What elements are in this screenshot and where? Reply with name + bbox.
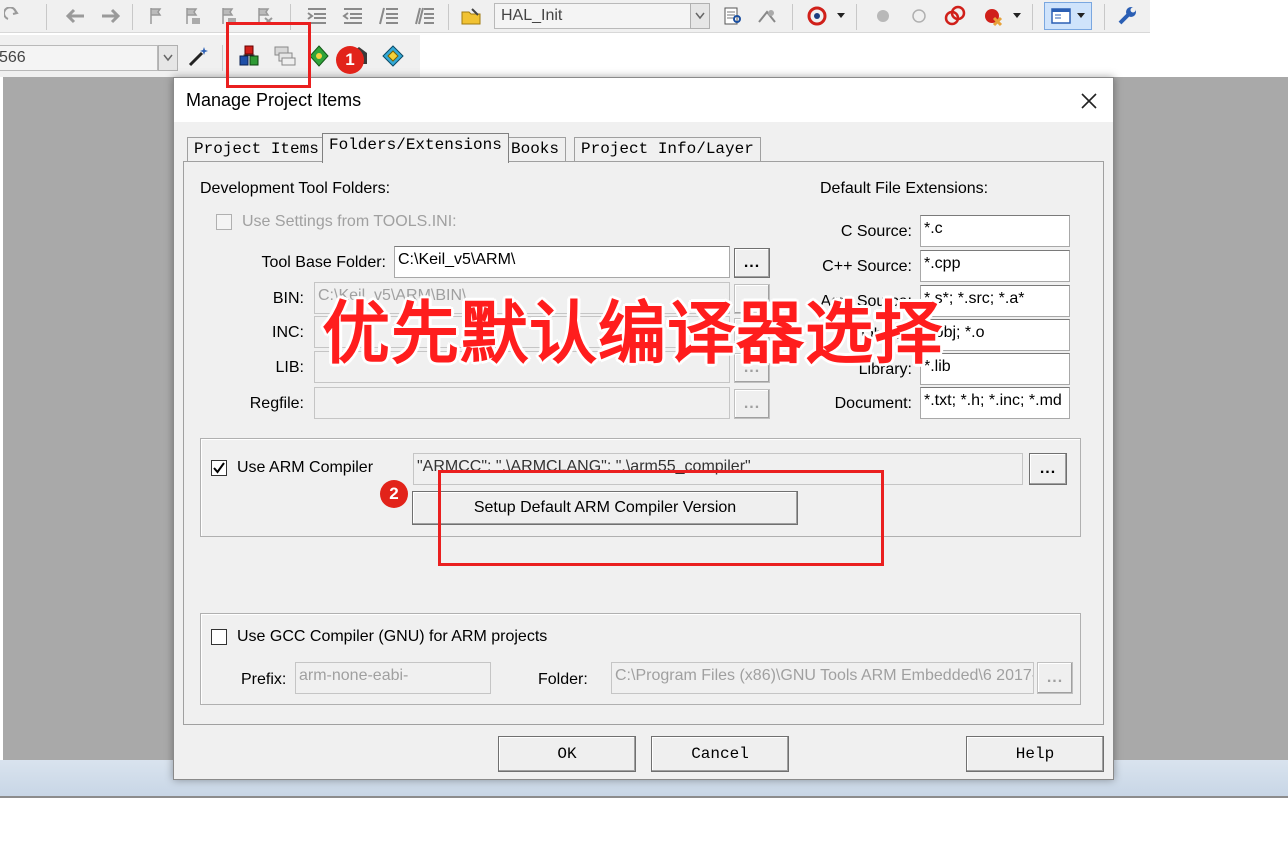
breakpoint-dropdown-arrow[interactable] [1012, 11, 1022, 21]
cpp-source-label: C++ Source: [822, 258, 912, 275]
comment-icon[interactable] [376, 3, 402, 29]
load-target-combo[interactable]: 566 [0, 45, 158, 71]
gcc-folder-browse-button[interactable]: ... [1037, 662, 1073, 694]
breakpoint-insert-icon[interactable] [870, 3, 896, 29]
configure-wrench-icon[interactable] [1114, 3, 1140, 29]
tab-books[interactable]: Books [504, 137, 567, 161]
step-badge-1: 1 [336, 46, 364, 74]
manage-project-items-dialog: Manage Project Items Project Items Folde… [173, 77, 1114, 780]
file-extensions-heading: Default File Extensions: [820, 180, 989, 197]
load-target-combo-arrow[interactable] [158, 45, 178, 71]
debug-session-icon[interactable] [804, 3, 830, 29]
c-source-label: C Source: [840, 223, 912, 240]
use-arm-compiler-label: Use ARM Compiler [237, 459, 374, 476]
step-badge-2: 2 [380, 480, 408, 508]
uncomment-icon[interactable] [412, 3, 438, 29]
find-icon[interactable] [720, 3, 746, 29]
redo-icon[interactable] [0, 3, 26, 29]
dialog-title: Manage Project Items [186, 90, 362, 110]
ok-button[interactable]: OK [498, 736, 636, 772]
bookmark-toggle-icon[interactable] [144, 3, 170, 29]
incremental-find-icon[interactable] [754, 3, 780, 29]
help-button[interactable]: Help [966, 736, 1104, 772]
gcc-folder-label: Folder: [538, 671, 588, 688]
target-options-wand-icon[interactable] [186, 43, 212, 69]
arm-compiler-browse-button[interactable]: ... [1029, 453, 1067, 485]
regfile-label: Regfile: [249, 395, 304, 412]
navigate-back-icon[interactable] [62, 3, 88, 29]
chevron-down-icon [695, 12, 705, 20]
gcc-prefix-input[interactable]: arm-none-eabi- [295, 662, 491, 694]
use-tools-ini-checkbox[interactable] [216, 214, 232, 230]
use-tools-ini-label: Use Settings from TOOLS.INI: [242, 213, 457, 230]
breakpoint-disable-all-icon[interactable] [942, 3, 968, 29]
regfile-browse-button[interactable]: ... [734, 389, 770, 419]
chevron-down-icon [163, 54, 173, 62]
tool-base-folder-label: Tool Base Folder: [261, 254, 386, 271]
lib-label: LIB: [275, 359, 304, 376]
gcc-folder-input[interactable]: C:\Program Files (x86)\GNU Tools ARM Emb… [611, 662, 1034, 694]
main-toolbar: HAL_Init [0, 0, 1150, 33]
cancel-button[interactable]: Cancel [651, 736, 789, 772]
document-input[interactable]: *.txt; *.h; *.inc; *.md [920, 387, 1070, 419]
debug-dropdown-arrow[interactable] [836, 11, 846, 21]
gcc-prefix-label: Prefix: [241, 671, 287, 688]
highlight-box-setup-compiler [438, 470, 884, 566]
dialog-close-button[interactable] [1069, 86, 1109, 116]
use-gcc-compiler-label: Use GCC Compiler (GNU) for ARM projects [237, 628, 548, 645]
highlight-box-toolbar [226, 22, 311, 88]
dev-tool-folders-heading: Development Tool Folders: [200, 180, 391, 197]
regfile-input[interactable] [314, 387, 730, 419]
tool-base-browse-button[interactable]: ... [734, 248, 770, 278]
tab-project-items[interactable]: Project Items [187, 137, 326, 161]
window-layout-button[interactable] [1044, 2, 1092, 30]
checkmark-icon [213, 462, 225, 474]
use-gcc-compiler-checkbox[interactable] [211, 629, 227, 645]
c-source-input[interactable]: *.c [920, 215, 1070, 247]
document-label: Document: [834, 395, 912, 412]
annotation-caption: 优先默认编译器选择 [322, 296, 944, 372]
target-combo-arrow[interactable] [690, 3, 710, 29]
unindent-icon[interactable] [340, 3, 366, 29]
find-in-files-icon[interactable] [458, 3, 484, 29]
dialog-titlebar: Manage Project Items [174, 78, 1113, 122]
target-combo[interactable]: HAL_Init [494, 3, 694, 29]
breakpoint-disable-icon[interactable] [906, 3, 932, 29]
inc-label: INC: [272, 324, 304, 341]
tab-project-info-layer[interactable]: Project Info/Layer [574, 137, 761, 161]
chevron-down-icon [1077, 13, 1085, 18]
pack-installer-diamond-icon[interactable] [380, 43, 406, 69]
bin-label: BIN: [272, 290, 304, 307]
tab-folders-extensions[interactable]: Folders/Extensions [322, 133, 509, 163]
navigate-forward-icon[interactable] [98, 3, 124, 29]
window-layout-icon [1051, 8, 1071, 24]
bookmark-prev-icon[interactable] [180, 3, 206, 29]
use-arm-compiler-checkbox[interactable] [211, 460, 227, 476]
tool-base-folder-input[interactable]: C:\Keil_v5\ARM\ [394, 246, 730, 278]
close-icon [1081, 93, 1097, 109]
breakpoint-kill-all-icon[interactable] [980, 3, 1006, 29]
